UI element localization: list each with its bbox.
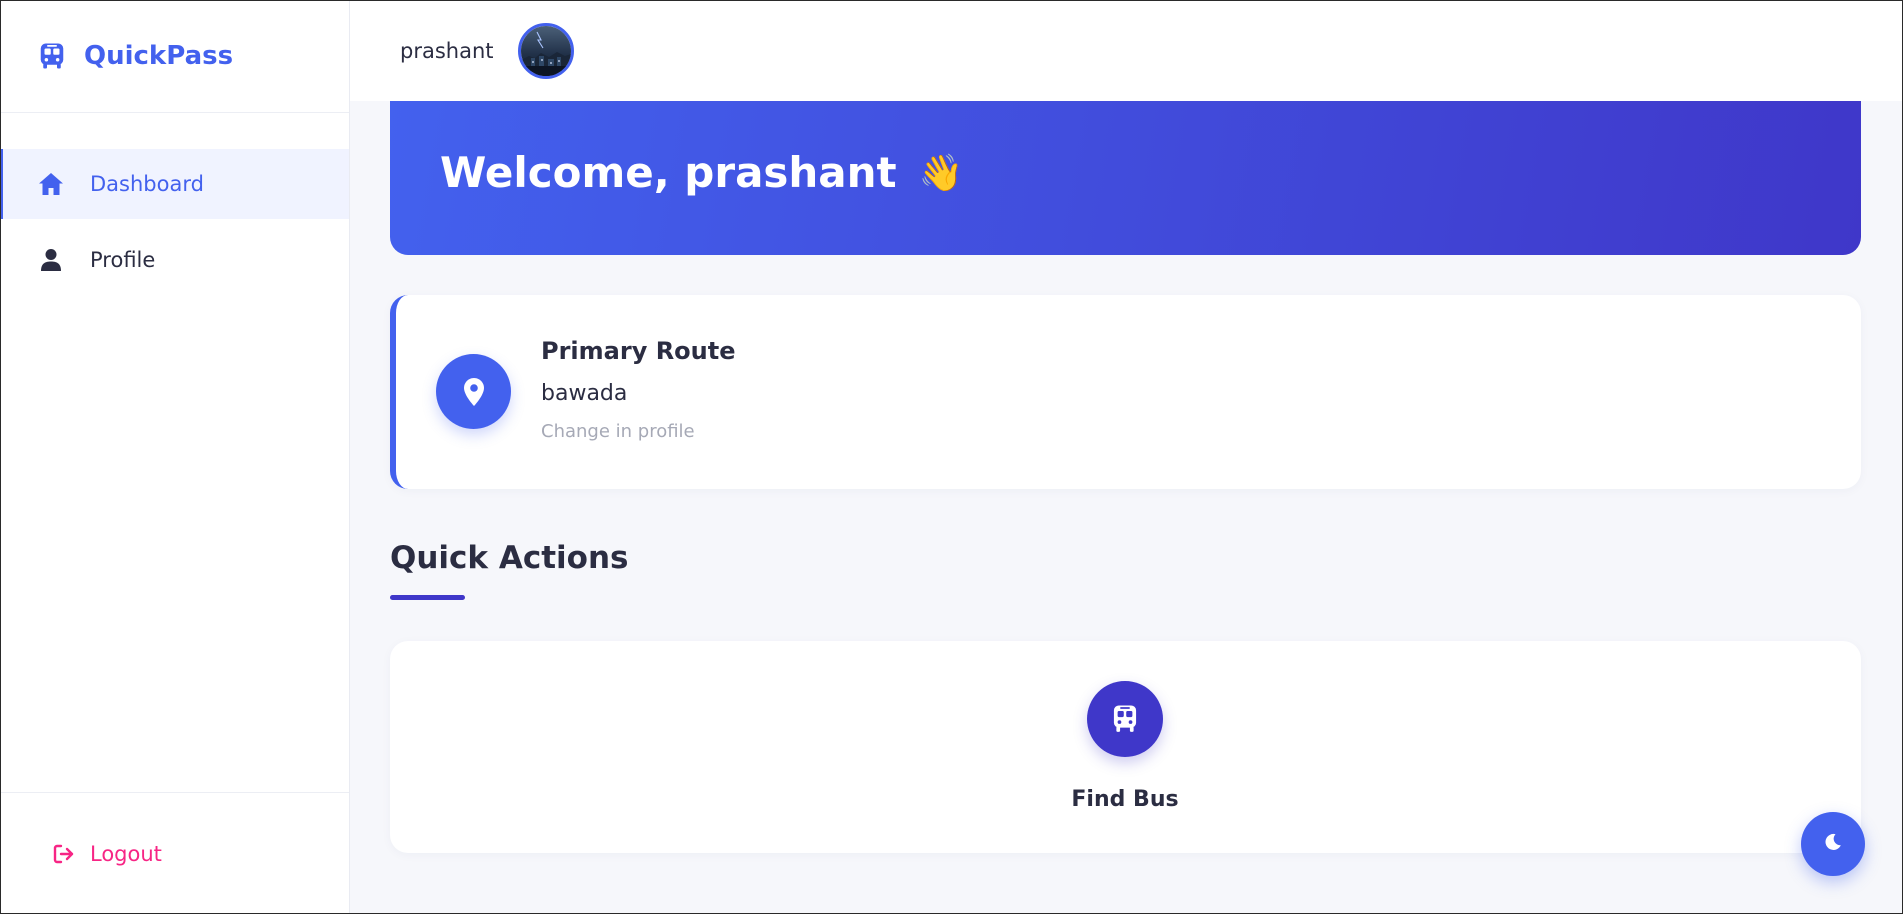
route-name: bawada xyxy=(541,381,628,406)
welcome-title: Welcome, prashant xyxy=(440,148,897,197)
sidebar-nav: Dashboard Profile xyxy=(0,149,349,295)
bus-icon xyxy=(1087,681,1163,757)
home-icon xyxy=(38,171,64,197)
primary-route-card: Primary Route bawada Change in profile xyxy=(390,295,1861,489)
welcome-banner: Welcome, prashant 👋 xyxy=(390,80,1861,255)
wave-emoji: 👋 xyxy=(918,152,964,194)
route-title: Primary Route xyxy=(541,337,736,365)
theme-toggle-button[interactable] xyxy=(1801,812,1865,876)
bus-icon xyxy=(36,40,68,72)
logout-label: Logout xyxy=(90,841,162,866)
change-route-link[interactable]: Change in profile xyxy=(541,421,695,442)
brand[interactable]: QuickPass xyxy=(0,0,349,113)
sign-out-icon xyxy=(52,842,76,866)
find-bus-button[interactable]: Find Bus xyxy=(1050,681,1200,821)
user-icon xyxy=(38,247,64,273)
find-bus-label: Find Bus xyxy=(1071,787,1179,812)
sidebar-item-dashboard[interactable]: Dashboard xyxy=(0,149,349,219)
logout-button[interactable]: Logout xyxy=(52,842,162,866)
map-pin-icon xyxy=(436,354,511,429)
sidebar: QuickPass Dashboard Profile Logout xyxy=(0,0,350,914)
sidebar-item-label: Profile xyxy=(90,248,156,272)
quick-actions-card: Find Bus xyxy=(390,641,1861,853)
moon-icon xyxy=(1823,832,1843,856)
quick-actions-title: Quick Actions xyxy=(390,540,629,576)
top-bar: prashant xyxy=(350,0,1903,101)
brand-name: QuickPass xyxy=(84,41,234,71)
sidebar-item-profile[interactable]: Profile xyxy=(0,225,349,295)
avatar[interactable] xyxy=(517,22,574,79)
section-underline xyxy=(390,595,465,600)
username: prashant xyxy=(400,38,494,63)
logout-section: Logout xyxy=(0,792,349,914)
sidebar-item-label: Dashboard xyxy=(90,172,204,196)
